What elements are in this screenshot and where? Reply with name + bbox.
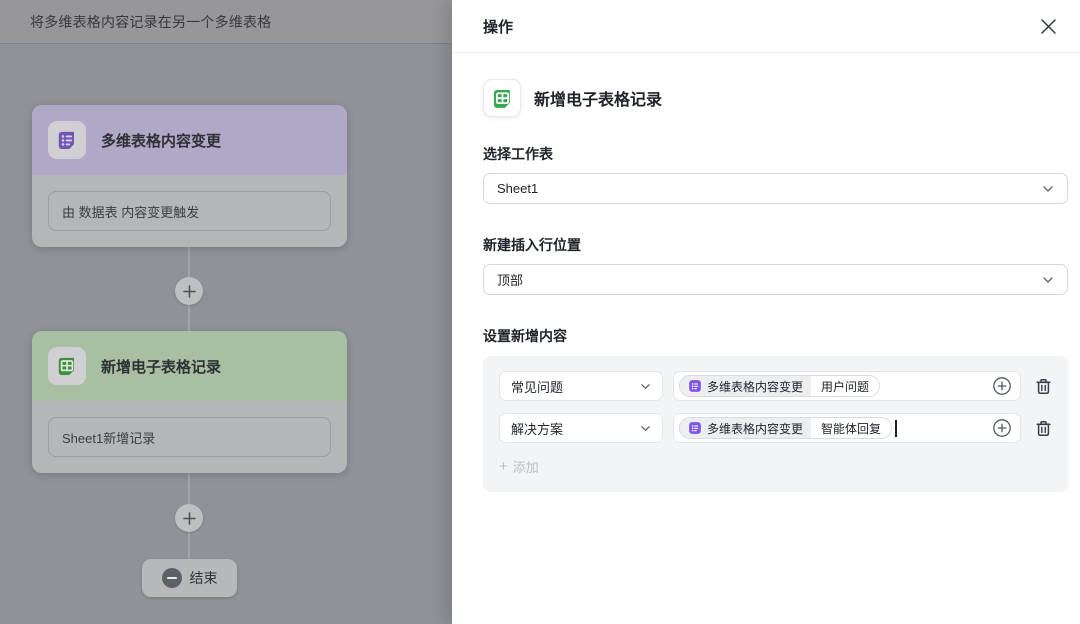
- value-input[interactable]: 多维表格内容变更 智能体回复: [673, 413, 1021, 443]
- chip-source-label: 多维表格内容变更: [707, 421, 804, 436]
- bitable-icon: [689, 380, 701, 392]
- add-mapping-row-button[interactable]: + 添加: [499, 457, 539, 476]
- spreadsheet-icon: [58, 357, 74, 375]
- variable-chip[interactable]: 多维表格内容变更 用户问题: [679, 375, 881, 397]
- node-title: 多维表格内容变更: [101, 132, 222, 150]
- plus-circle-icon: [993, 377, 1011, 395]
- action-config-drawer: 操作 新增电子表格记录 选择工作表 Sheet1 新建插入行位置 顶部 设置新增…: [452, 0, 1080, 624]
- plus-circle-icon: [993, 419, 1011, 437]
- node-header: 新增电子表格记录: [32, 331, 347, 401]
- end-node[interactable]: 结束: [142, 559, 237, 597]
- node-title: 新增电子表格记录: [101, 358, 222, 376]
- node-body: 由 数据表 内容变更触发: [32, 175, 347, 247]
- chip-source: 多维表格内容变更: [680, 418, 812, 438]
- spreadsheet-icon: [493, 89, 510, 108]
- plus-icon: [182, 511, 196, 525]
- drawer-title: 操作: [483, 18, 514, 36]
- chevron-down-icon: [1042, 183, 1054, 195]
- delete-row-button[interactable]: [1035, 378, 1052, 395]
- close-button[interactable]: [1034, 12, 1062, 40]
- chip-field-label: 智能体回复: [811, 418, 892, 438]
- insert-variable-button[interactable]: [992, 418, 1012, 438]
- column-value: 常见问题: [511, 379, 564, 395]
- column-select[interactable]: 常见问题: [499, 371, 663, 401]
- delete-row-button[interactable]: [1035, 420, 1052, 437]
- workflow-topbar: 将多维表格内容记录在另一个多维表格: [0, 0, 452, 44]
- drawer-header: 操作: [452, 0, 1080, 53]
- chevron-down-icon: [640, 381, 651, 392]
- plus-icon: +: [499, 458, 508, 475]
- chip-field-label: 用户问题: [811, 376, 880, 396]
- bitable-icon: [689, 422, 701, 434]
- mapping-row: 解决方案 多维表格内容变更 智能体回复: [499, 413, 1052, 443]
- trash-icon: [1036, 378, 1051, 394]
- bitable-icon: [58, 131, 74, 149]
- mapping-row: 常见问题 多维表格内容变更 用户问题: [499, 371, 1052, 401]
- node-description: 由 数据表 内容变更触发: [48, 191, 331, 231]
- plus-icon: [182, 284, 196, 298]
- text-cursor: [895, 419, 898, 437]
- insert-variable-button[interactable]: [992, 376, 1012, 396]
- sheet-icon-tile: [48, 347, 86, 385]
- add-label: 添加: [512, 460, 539, 475]
- node-header: 多维表格内容变更: [32, 105, 347, 175]
- workflow-canvas: 将多维表格内容记录在另一个多维表格 多维表格内容变更 由 数据表 内容变更触发: [0, 0, 452, 624]
- action-identity: 新增电子表格记录: [483, 79, 1068, 117]
- chevron-down-icon: [640, 423, 651, 434]
- sheet-icon-tile: [483, 79, 521, 117]
- insert-position-label: 新建插入行位置: [483, 237, 581, 253]
- chip-source-label: 多维表格内容变更: [707, 379, 804, 394]
- bitable-icon-tile: [48, 121, 86, 159]
- column-select[interactable]: 解决方案: [499, 413, 663, 443]
- close-icon: [1040, 18, 1056, 34]
- worksheet-label: 选择工作表: [483, 146, 553, 162]
- trash-icon: [1036, 420, 1051, 436]
- node-sheet-action[interactable]: 新增电子表格记录 Sheet1新增记录: [32, 331, 347, 473]
- workflow-title: 将多维表格内容记录在另一个多维表格: [30, 13, 272, 30]
- add-step-button[interactable]: [175, 504, 203, 532]
- node-description: Sheet1新增记录: [48, 417, 331, 457]
- end-label: 结束: [189, 570, 218, 586]
- chevron-down-icon: [1042, 274, 1054, 286]
- variable-chip[interactable]: 多维表格内容变更 智能体回复: [679, 417, 893, 439]
- action-title: 新增电子表格记录: [534, 92, 663, 109]
- column-value: 解决方案: [511, 421, 564, 437]
- worksheet-value: Sheet1: [497, 181, 539, 196]
- value-input[interactable]: 多维表格内容变更 用户问题: [673, 371, 1021, 401]
- chip-source: 多维表格内容变更: [680, 376, 812, 396]
- end-minus-icon: [161, 568, 182, 588]
- add-step-button[interactable]: [175, 277, 203, 305]
- insert-position-value: 顶部: [497, 273, 524, 288]
- workflow-automation-app: 将多维表格内容记录在另一个多维表格 多维表格内容变更 由 数据表 内容变更触发: [0, 0, 1080, 624]
- content-mapping-panel: 常见问题 多维表格内容变更 用户问题 解决方案 多维表格内容变更 智能体回复 +…: [483, 356, 1068, 492]
- node-body: Sheet1新增记录: [32, 401, 347, 473]
- content-section-label: 设置新增内容: [483, 328, 567, 344]
- node-bitable-trigger[interactable]: 多维表格内容变更 由 数据表 内容变更触发: [32, 105, 347, 247]
- worksheet-select[interactable]: Sheet1: [483, 173, 1068, 204]
- insert-position-select[interactable]: 顶部: [483, 264, 1068, 295]
- drawer-body: 新增电子表格记录 选择工作表 Sheet1 新建插入行位置 顶部 设置新增内容: [452, 53, 1080, 492]
